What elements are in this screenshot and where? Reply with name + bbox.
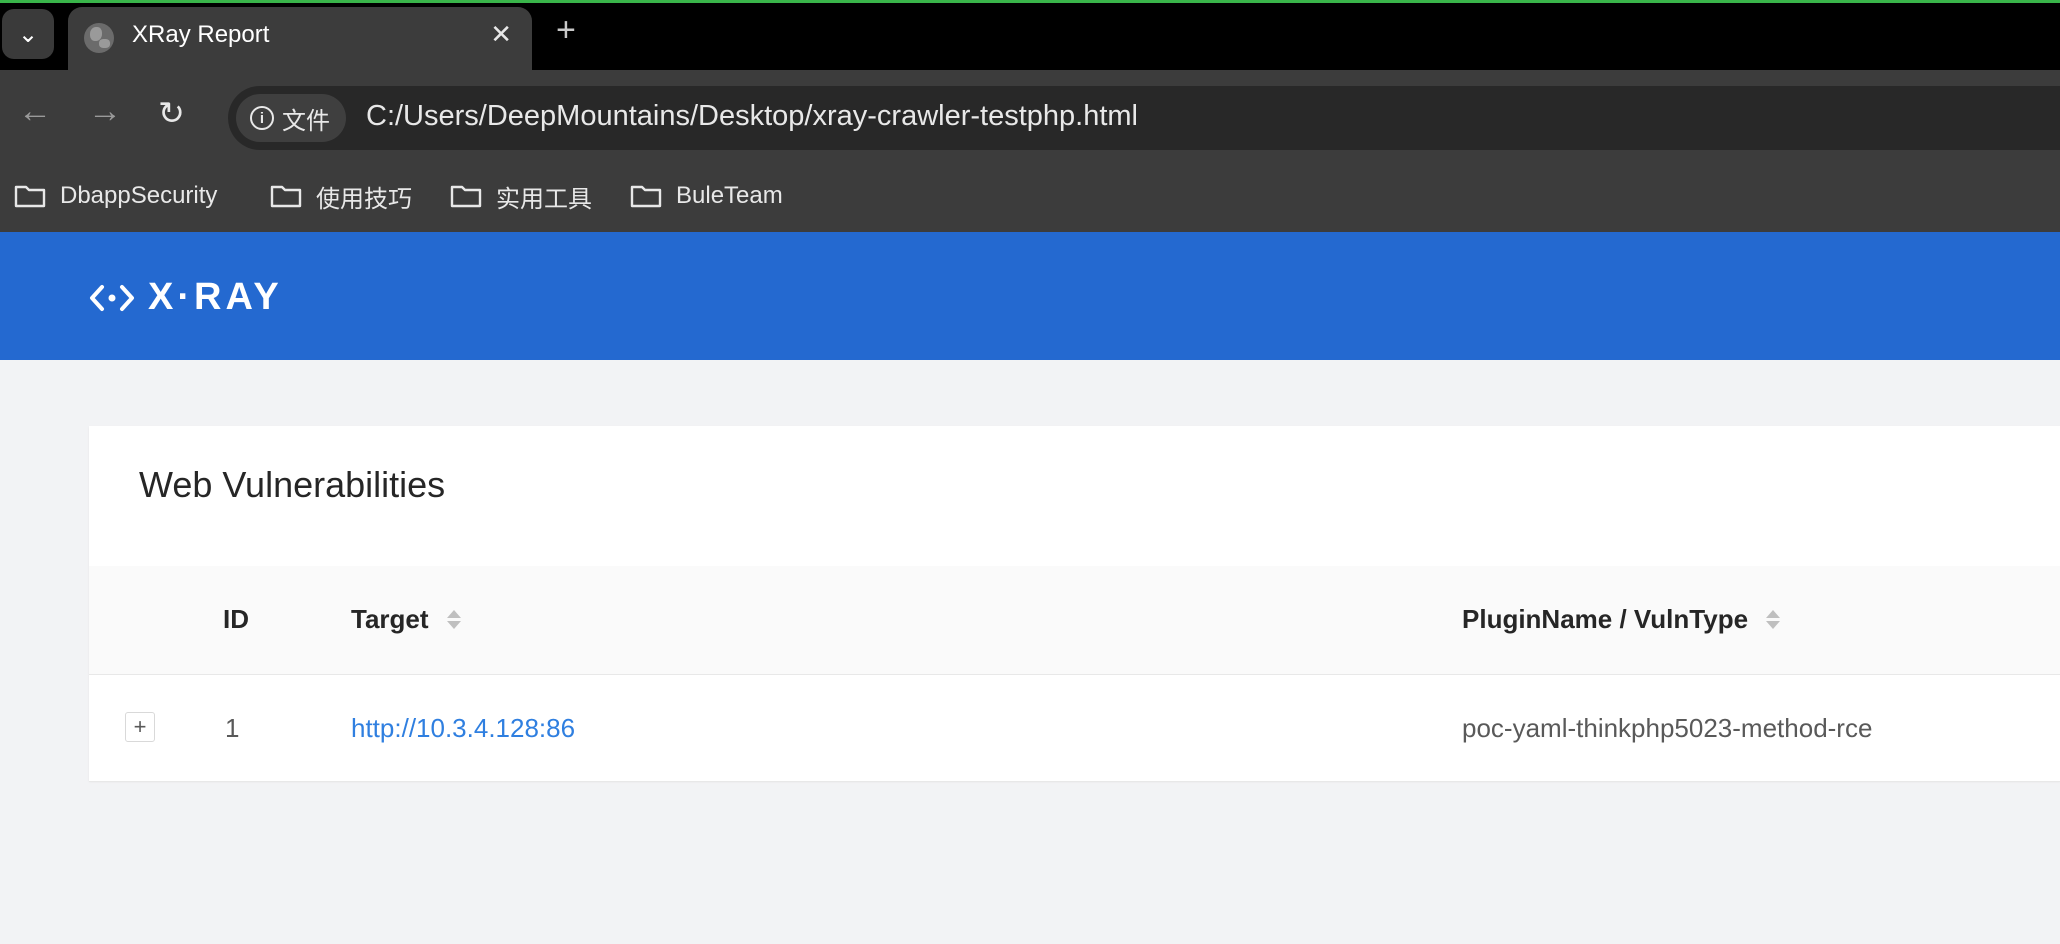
xray-header: X·RAY (0, 232, 2060, 360)
reload-icon[interactable]: ↻ (158, 94, 185, 132)
column-header-target[interactable]: Target (351, 604, 461, 635)
table-header: ID Target PluginName / VulnType (89, 566, 2060, 675)
site-info-chip[interactable]: i 文件 (236, 94, 346, 142)
close-tab-icon[interactable]: ✕ (490, 19, 512, 50)
sort-icon[interactable] (1766, 610, 1781, 629)
url-text[interactable]: C:/Users/DeepMountains/Desktop/xray-craw… (366, 100, 1138, 133)
web-vulnerabilities-card: Web Vulnerabilities ID Target PluginName… (89, 426, 2060, 782)
table-row: + 1 http://10.3.4.128:86 poc-yaml-thinkp… (89, 675, 2060, 782)
bookmarks-bar: DbappSecurity 使用技巧 实用工具 BuleTeam (0, 164, 2060, 232)
chevron-down-icon: ⌄ (17, 20, 39, 48)
sort-icon[interactable] (446, 610, 461, 629)
browser-toolbar: ← → ↻ i 文件 C:/Users/DeepMountains/Deskto… (0, 70, 2060, 164)
tab-strip: ⌄ XRay Report ✕ + (0, 0, 2060, 73)
cell-target-link[interactable]: http://10.3.4.128:86 (351, 713, 575, 744)
globe-icon (84, 23, 114, 53)
site-info-label: 文件 (282, 107, 330, 135)
folder-icon (270, 184, 302, 208)
bookmark-folder-buleteam[interactable]: BuleTeam (630, 176, 783, 216)
xray-logo-icon (90, 284, 134, 311)
column-header-id: ID (223, 604, 249, 634)
folder-icon (630, 184, 662, 208)
new-tab-button[interactable]: + (556, 11, 576, 50)
report-content: Web Vulnerabilities ID Target PluginName… (0, 360, 2060, 944)
section-title: Web Vulnerabilities (139, 464, 446, 505)
tab-title: XRay Report (132, 21, 270, 48)
bookmark-label: BuleTeam (676, 182, 783, 209)
column-header-plugin[interactable]: PluginName / VulnType (1462, 604, 1781, 635)
bookmark-label: 实用工具 (496, 185, 592, 213)
folder-icon (14, 184, 46, 208)
folder-icon (450, 184, 482, 208)
bookmark-folder-dbappsecurity[interactable]: DbappSecurity (14, 176, 217, 216)
back-arrow-icon[interactable]: ← (18, 92, 52, 131)
xray-logo-text: X·RAY (148, 276, 283, 318)
bookmark-label: 使用技巧 (316, 185, 412, 213)
bookmark-folder-tools[interactable]: 实用工具 (450, 176, 592, 216)
bookmark-label: DbappSecurity (60, 182, 218, 209)
address-bar[interactable]: i 文件 C:/Users/DeepMountains/Desktop/xray… (228, 86, 2060, 150)
cell-plugin: poc-yaml-thinkphp5023-method-rce (1462, 713, 1873, 743)
active-tab[interactable]: XRay Report ✕ (68, 7, 532, 73)
info-icon: i (250, 106, 274, 130)
forward-arrow-icon[interactable]: → (88, 92, 122, 131)
bookmark-folder-tips[interactable]: 使用技巧 (270, 176, 412, 216)
cell-id: 1 (225, 713, 240, 743)
xray-logo: X·RAY (88, 276, 283, 319)
tab-search-button[interactable]: ⌄ (2, 9, 54, 59)
expand-row-button[interactable]: + (125, 712, 155, 742)
